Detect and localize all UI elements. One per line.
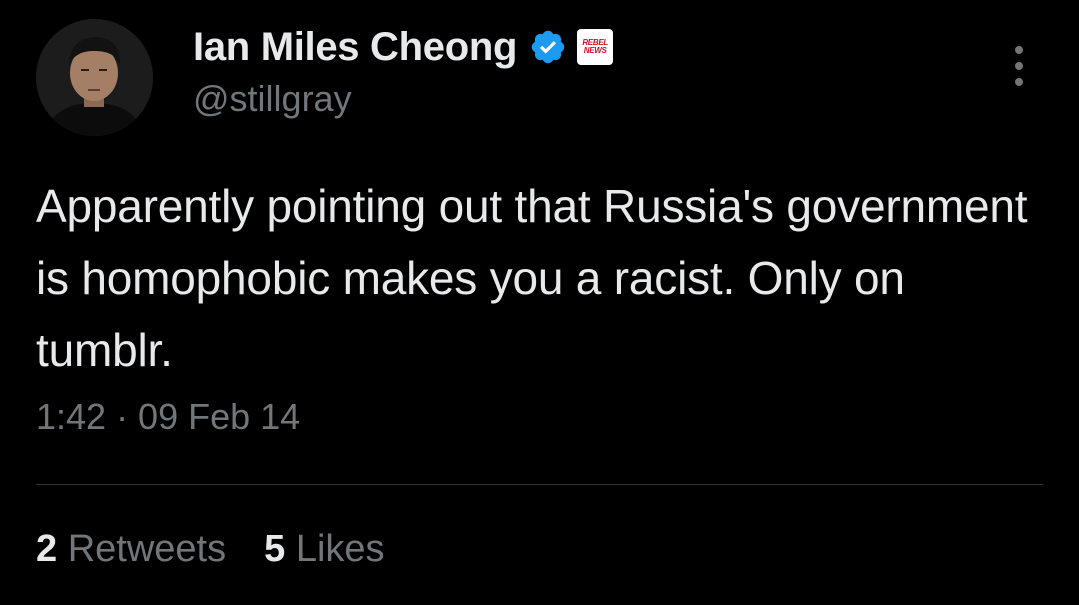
retweets-stat[interactable]: 2 Retweets xyxy=(36,528,226,571)
tweet-stats: 2 Retweets 5 Likes xyxy=(36,528,385,571)
retweets-label: Retweets xyxy=(67,528,227,570)
verified-badge-icon xyxy=(529,28,567,66)
avatar-image xyxy=(36,19,153,136)
more-options-icon[interactable] xyxy=(1005,44,1033,88)
author-name-row: Ian Miles Cheong REBEL NEWS xyxy=(193,22,614,72)
tweet-container: Ian Miles Cheong REBEL NEWS @stillgray A… xyxy=(0,0,1079,605)
retweets-count: 2 xyxy=(36,528,58,570)
likes-label: Likes xyxy=(295,528,385,570)
more-dot xyxy=(1015,78,1023,86)
timestamp[interactable]: 1:42 · 09 Feb 14 xyxy=(36,396,300,438)
tweet-text: Apparently pointing out that Russia's go… xyxy=(36,180,1028,376)
likes-count: 5 xyxy=(264,528,286,570)
more-dot xyxy=(1015,62,1023,70)
more-dot xyxy=(1015,46,1023,54)
handle[interactable]: @stillgray xyxy=(193,78,352,120)
likes-stat[interactable]: 5 Likes xyxy=(264,528,384,571)
affiliate-badge-text: REBEL NEWS xyxy=(582,38,608,55)
divider xyxy=(36,484,1043,485)
affiliate-badge-icon[interactable]: REBEL NEWS xyxy=(577,29,614,65)
display-name[interactable]: Ian Miles Cheong xyxy=(193,25,517,70)
avatar[interactable] xyxy=(36,19,153,136)
